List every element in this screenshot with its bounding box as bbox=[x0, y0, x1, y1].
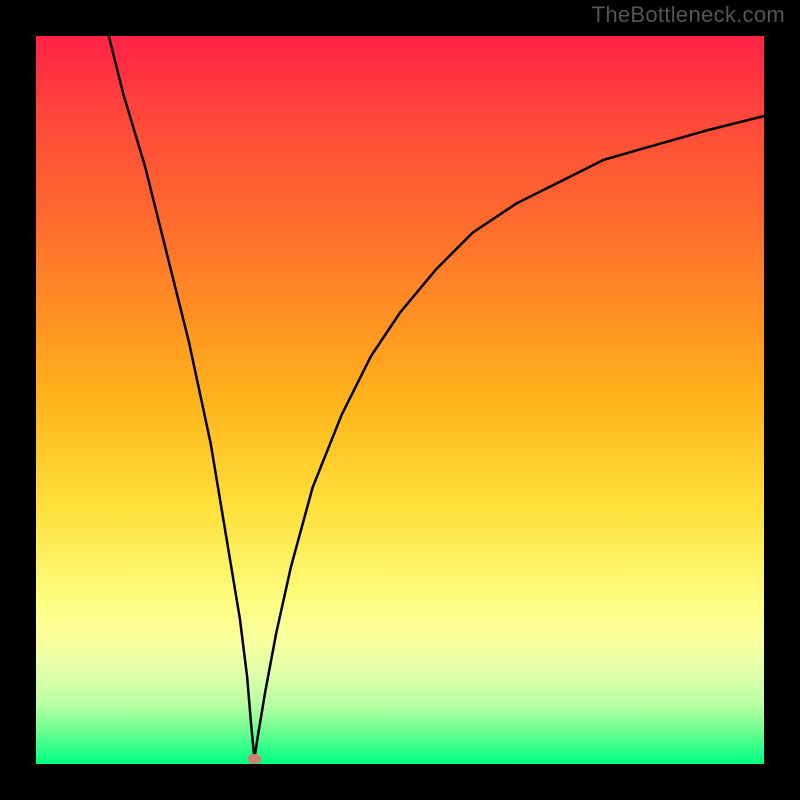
watermark-label: TheBottleneck.com bbox=[592, 2, 785, 28]
optimum-marker bbox=[247, 754, 261, 764]
bottleneck-curve bbox=[109, 36, 764, 759]
chart-svg bbox=[36, 36, 764, 764]
plot-area bbox=[36, 36, 764, 764]
chart-container: TheBottleneck.com bbox=[0, 0, 800, 800]
